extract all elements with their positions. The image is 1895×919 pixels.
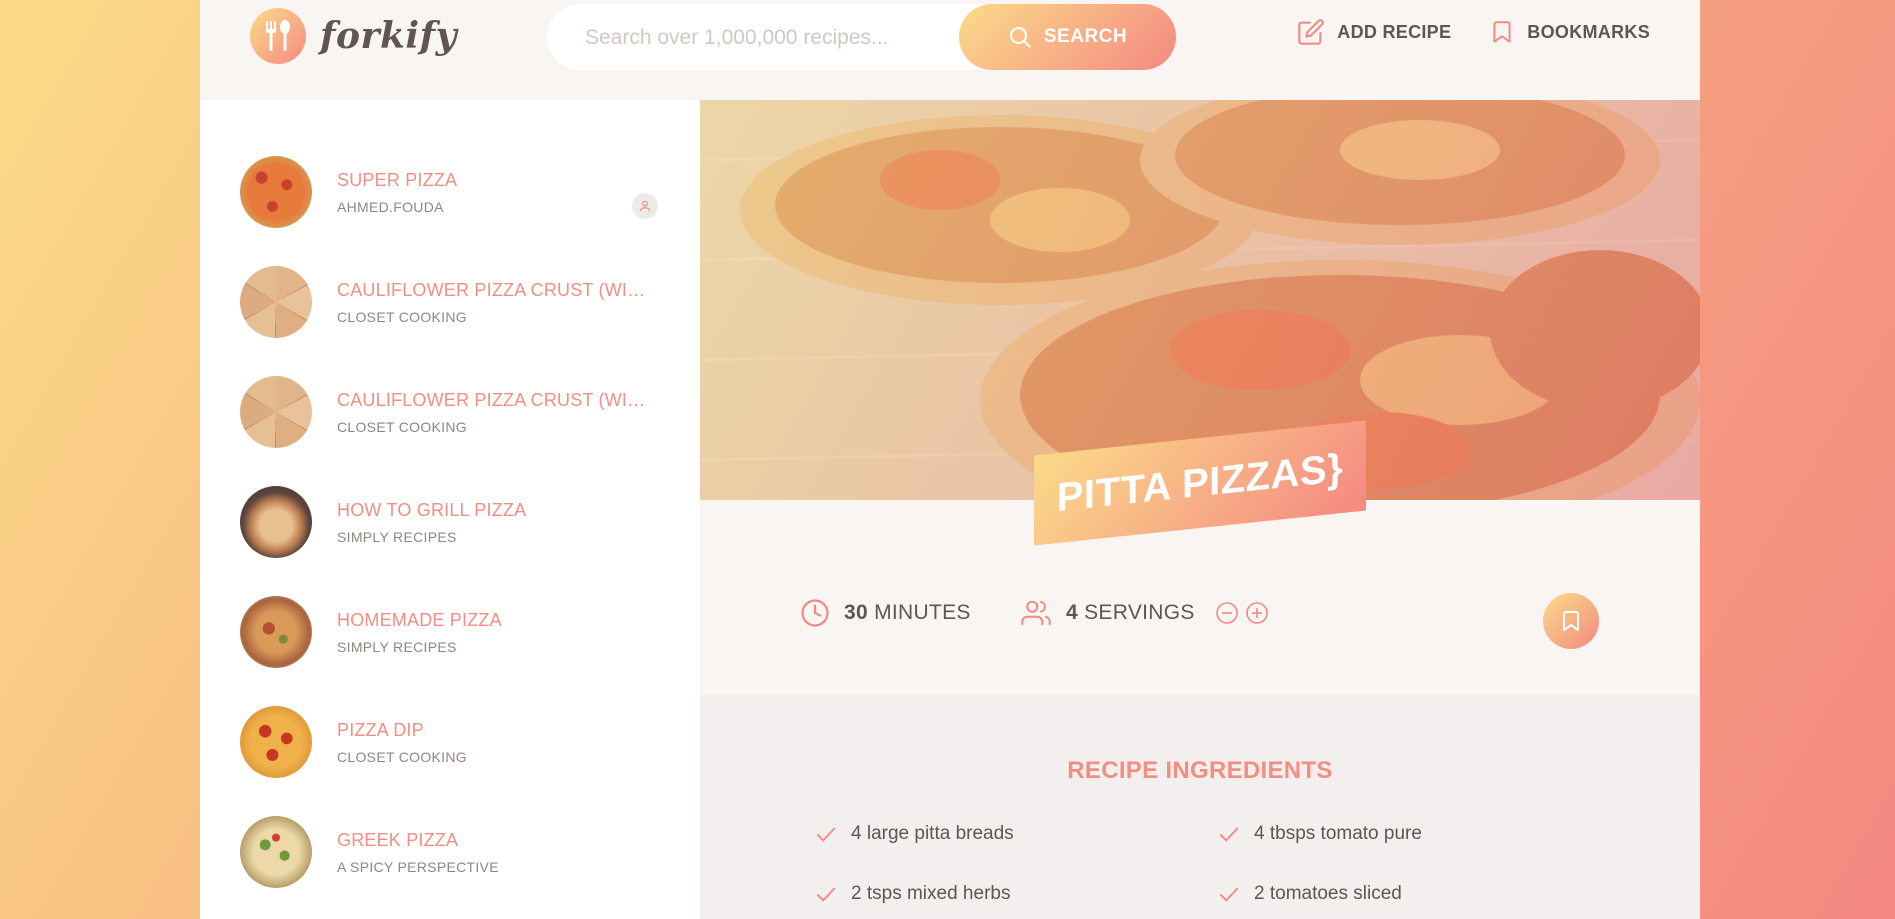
search-results: SUPER PIZZA AHMED.FOUDA CAULIFLOWER PIZZ… [200,100,700,919]
servings-value: 4 [1066,601,1078,624]
bookmark-icon [1563,611,1579,631]
check-icon [1218,823,1240,845]
result-title: SUPER PIZZA [337,169,458,190]
add-recipe-button[interactable]: ADD RECIPE [1297,18,1451,46]
result-publisher: CLOSET COOKING [337,748,467,765]
result-title: HOMEMADE PIZZA [337,609,502,630]
cooking-time: 30 MINUTES [800,598,971,628]
search-form: SEARCH [547,4,1176,72]
result-publisher: AHMED.FOUDA [337,198,444,215]
servings-controls [1215,601,1275,625]
check-icon [815,823,837,845]
header: forkify SEARCH [200,0,1700,100]
search-input[interactable] [583,4,947,72]
recipe-ingredients: RECIPE INGREDIENTS 4 large pitta breads … [700,695,1700,919]
ingredient-text: 4 large pitta breads [851,823,1014,844]
app-container: forkify SEARCH [200,0,1700,919]
recipe-thumbnail [240,816,312,888]
result-title: HOW TO GRILL PIZZA [337,499,527,520]
ingredient-text: 4 tbsps tomato pure [1254,823,1422,844]
add-recipe-label: ADD RECIPE [1337,21,1452,42]
plus-circle-icon [1245,602,1268,624]
recipe-thumbnail [240,706,312,778]
logo-text: forkify [320,15,457,57]
recipe-thumbnail [240,486,312,558]
minus-circle-icon [1215,602,1238,624]
search-button-label: SEARCH [1043,26,1128,47]
bookmark-recipe-button[interactable] [1543,593,1599,649]
ingredient-text: 2 tsps mixed herbs [851,883,1011,904]
result-item[interactable]: PIZZA DIP CLOSET COOKING [240,697,660,787]
result-item[interactable]: HOMEMADE PIZZA SIMPLY RECIPES [240,587,660,677]
ingredient-item: 4 tbsps tomato pure [1218,823,1422,845]
result-item[interactable]: GREEK PIZZA A SPICY PERSPECTIVE [240,807,660,897]
result-title: CAULIFLOWER PIZZA CRUST (WITH BBQ CHICKE… [337,389,647,410]
check-icon [1218,883,1240,905]
result-publisher: SIMPLY RECIPES [337,528,457,545]
result-publisher: CLOSET COOKING [337,418,467,435]
ingredients-heading: RECIPE INGREDIENTS [1067,757,1333,784]
result-title: PIZZA DIP [337,719,424,740]
nav: ADD RECIPE BOOKMARKS [1259,18,1650,46]
recipe-thumbnail [240,596,312,668]
result-item[interactable]: CAULIFLOWER PIZZA CRUST (WITH BBQ CHICKE… [240,257,660,347]
ingredient-item: 2 tsps mixed herbs [815,883,1010,905]
users-icon [1020,598,1052,628]
servings: 4 SERVINGS [1020,598,1275,628]
check-icon [815,883,837,905]
result-publisher: A SPICY PERSPECTIVE [337,858,499,875]
cooking-time-unit: MINUTES [874,601,971,624]
result-item[interactable]: SUPER PIZZA AHMED.FOUDA [240,147,660,237]
servings-unit: SERVINGS [1084,601,1195,624]
recipe-thumbnail [240,376,312,448]
logo[interactable]: forkify [250,8,457,64]
ingredient-item: 4 large pitta breads [815,823,1014,845]
recipe-view: PITTA PIZZAS} 30 MINUTES 4 SERVINGS RECI… [700,100,1700,919]
search-button[interactable]: SEARCH [959,4,1176,70]
ingredient-item: 2 tomatoes sliced [1218,883,1402,905]
result-publisher: CLOSET COOKING [337,308,467,325]
decrease-servings-button[interactable] [1215,601,1239,625]
search-icon [1008,25,1032,49]
edit-icon [1297,18,1325,46]
bookmark-icon [1489,18,1515,46]
recipe-thumbnail [240,156,312,228]
result-title: CAULIFLOWER PIZZA CRUST (WITH BBQ CHICKE… [337,279,647,300]
clock-icon [800,598,830,628]
bookmarks-label: BOOKMARKS [1527,21,1650,42]
result-item[interactable]: HOW TO GRILL PIZZA SIMPLY RECIPES [240,477,660,567]
ingredient-text: 2 tomatoes sliced [1254,883,1402,904]
recipe-thumbnail [240,266,312,338]
bookmarks-button[interactable]: BOOKMARKS [1489,18,1650,46]
result-publisher: SIMPLY RECIPES [337,638,457,655]
increase-servings-button[interactable] [1245,601,1269,625]
cooking-time-value: 30 [844,601,868,624]
recipe-details: 30 MINUTES 4 SERVINGS [700,500,1700,695]
result-item[interactable]: CAULIFLOWER PIZZA CRUST (WITH BBQ CHICKE… [240,367,660,457]
fork-spoon-icon [250,8,306,64]
result-title: GREEK PIZZA [337,829,459,850]
user-generated-icon [632,193,658,219]
